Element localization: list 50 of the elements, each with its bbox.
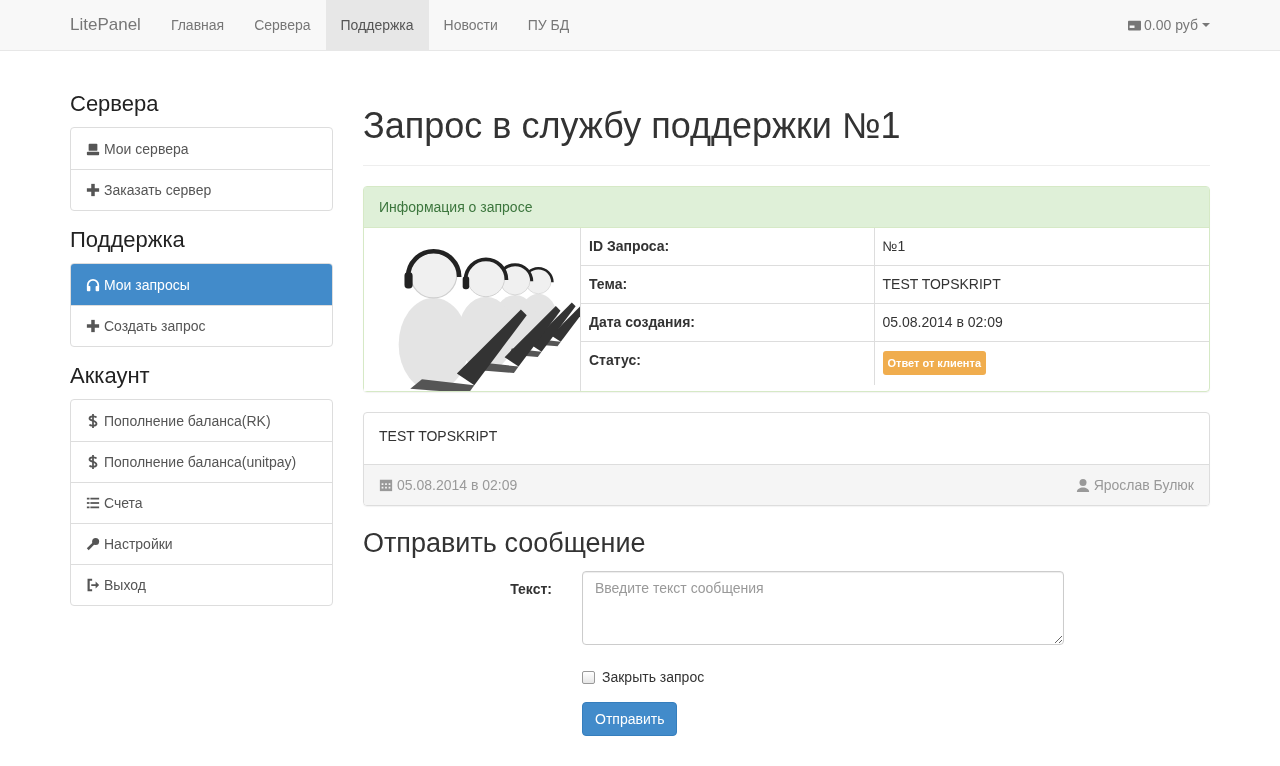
- message-date: 05.08.2014 в 02:09: [397, 477, 518, 493]
- field-label: Текст:: [509, 580, 552, 599]
- message-author: Ярослав Булюк: [1093, 477, 1194, 493]
- section-heading: Поддержка: [70, 227, 186, 253]
- section-heading: Аккаунт: [70, 363, 151, 389]
- dollar-icon: [86, 455, 100, 469]
- sidebar-item[interactable]: Выход: [71, 564, 332, 605]
- sidebar-item[interactable]: Счета: [71, 482, 332, 523]
- nav-tab[interactable]: Поддержка: [325, 0, 429, 50]
- logout-icon: [86, 578, 100, 592]
- sidebar-item[interactable]: Настройки: [71, 523, 332, 564]
- sidebar-item[interactable]: Создать запрос: [71, 305, 332, 346]
- message-text: TEST TOPSKRIPT: [378, 427, 499, 446]
- plus-icon: [86, 183, 100, 197]
- sidebar-item[interactable]: Мои сервера: [71, 128, 332, 169]
- sidebar-item[interactable]: Мои запросы: [71, 264, 332, 305]
- server-icon: [86, 141, 100, 156]
- card-icon: [1127, 18, 1143, 32]
- message-field[interactable]: Введите текст сообщения: [582, 571, 1064, 645]
- nav-tab[interactable]: Главная: [155, 0, 240, 50]
- balance-dropdown[interactable]: 0.00 руб: [1127, 0, 1210, 50]
- table-cell: Статус:: [581, 341, 874, 385]
- nav-tab[interactable]: Новости: [428, 0, 513, 50]
- list-icon: [86, 496, 100, 510]
- submit-button[interactable]: Отправить: [582, 701, 678, 736]
- table-cell: Тема:: [581, 265, 874, 304]
- sidebar-item[interactable]: Пополнение баланса(RK): [71, 400, 332, 441]
- panel-heading: Информация о запросе: [364, 187, 1209, 228]
- table-cell: №1: [874, 228, 1209, 266]
- status-badge: Ответ от клиента: [882, 351, 987, 375]
- dollar-icon: [86, 413, 100, 428]
- page-title: Запрос в службу поддержки №1: [363, 105, 1210, 166]
- close-checkbox[interactable]: [582, 670, 595, 684]
- headphones-icon: [86, 277, 100, 292]
- table-cell: TEST TOPSKRIPT: [874, 265, 1209, 304]
- sidebar-item[interactable]: Заказать сервер: [71, 169, 332, 210]
- table-cell: Дата создания:: [581, 303, 874, 342]
- sidebar-item[interactable]: Пополнение баланса(unitpay): [71, 441, 332, 482]
- nav-tab[interactable]: ПУ БД: [512, 0, 585, 50]
- wrench-icon: [86, 537, 100, 551]
- table-cell: ID Запроса:: [581, 228, 874, 266]
- section-heading: Сервера: [70, 91, 160, 117]
- calendar-icon: [379, 478, 393, 492]
- plus-icon: [86, 319, 100, 333]
- form-title: Отправить сообщение: [363, 528, 647, 559]
- nav-tab[interactable]: Сервера: [239, 0, 326, 50]
- table-cell: 05.08.2014 в 02:09: [874, 303, 1209, 342]
- brand-link[interactable]: LitePanel: [70, 0, 156, 50]
- user-icon: [1075, 478, 1090, 492]
- checkbox-label: Закрыть запрос: [602, 669, 705, 685]
